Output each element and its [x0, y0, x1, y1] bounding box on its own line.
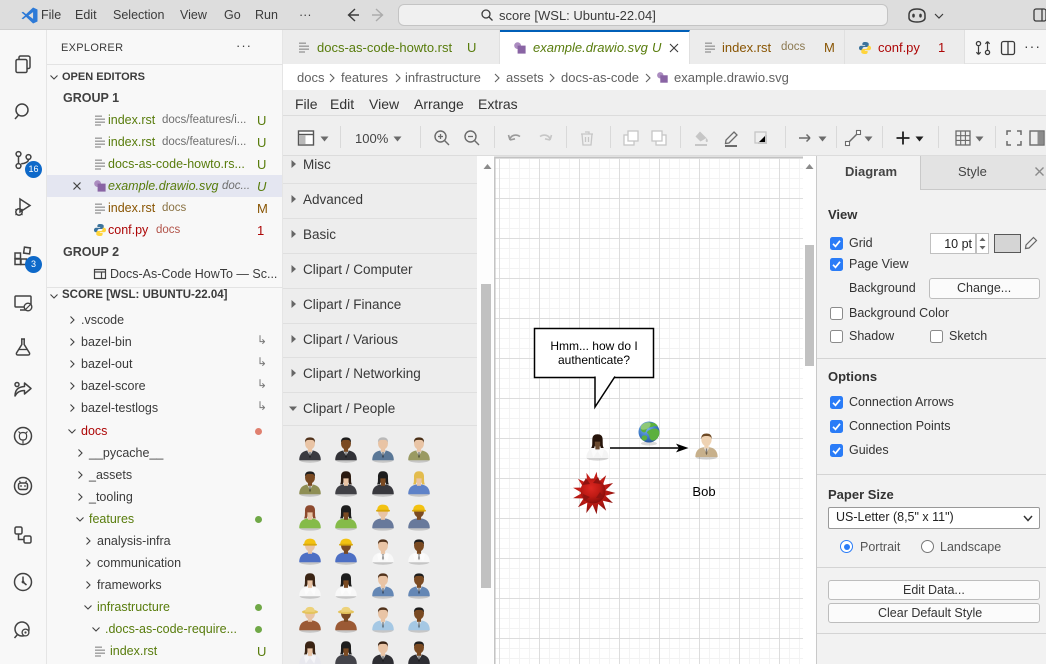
svg-text:authenticate?: authenticate?	[558, 353, 630, 367]
svg-text:Hmm... how do I: Hmm... how do I	[550, 339, 637, 353]
svg-text:Bob: Bob	[692, 484, 715, 499]
